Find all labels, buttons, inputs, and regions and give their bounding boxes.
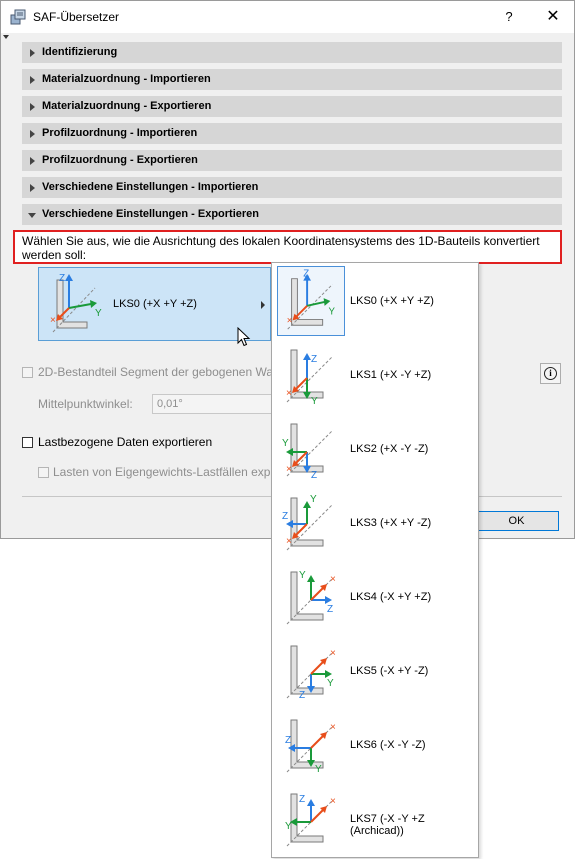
- lcs-option-label: LKS0 (+X +Y +Z): [350, 295, 434, 307]
- lcs-option-2[interactable]: Z Y × LKS2 (+X -Y -Z): [273, 412, 478, 486]
- axis-z-label: Z: [303, 269, 309, 280]
- axis-y-label: Y: [310, 494, 317, 505]
- section-misc-export[interactable]: Verschiedene Einstellungen - Exportieren: [22, 204, 562, 225]
- axis-y-label: Y: [315, 764, 322, 775]
- lcs-option-5[interactable]: Z Y × LKS5 (-X +Y -Z): [273, 634, 478, 708]
- lcs-option-0[interactable]: Z Y × LKS0 (+X +Y +Z): [273, 264, 478, 338]
- section-label: Identifizierung: [42, 46, 118, 58]
- svg-text:×: ×: [286, 388, 292, 399]
- info-button[interactable]: i: [540, 363, 561, 384]
- lcs-option-4[interactable]: Y Z × LKS4 (-X +Y +Z): [273, 560, 478, 634]
- axis-z-label: Z: [311, 354, 317, 365]
- axis-y-label: Y: [282, 438, 289, 449]
- axis-z-label: Z: [311, 470, 317, 481]
- window-title: SAF-Übersetzer: [33, 10, 120, 24]
- expand-arrow-icon: [30, 157, 35, 165]
- self-weight-checkbox[interactable]: [38, 467, 49, 478]
- self-weight-label: Lasten von Eigengewichts-Lastfällen expo…: [53, 465, 282, 479]
- lcs3-option-icon: Z Y ×: [282, 494, 334, 551]
- expand-arrow-icon: [30, 184, 35, 192]
- section-label: Verschiedene Einstellungen - Exportieren: [42, 208, 260, 220]
- axis-z-label: Z: [327, 604, 333, 615]
- lcs-option-6[interactable]: Z Y × LKS6 (-X -Y -Z): [273, 708, 478, 782]
- section-label: Materialzuordnung - Importieren: [42, 73, 211, 85]
- lcs4-option-icon: Y Z ×: [286, 570, 336, 625]
- submenu-arrow-icon: [261, 301, 265, 309]
- axis-z-label: Z: [299, 794, 305, 805]
- section-label: Profilzuordnung - Importieren: [42, 127, 198, 139]
- section-profile-export[interactable]: Profilzuordnung - Exportieren: [22, 150, 562, 171]
- section-profile-import[interactable]: Profilzuordnung - Importieren: [22, 123, 562, 144]
- axis-y-label: Y: [311, 396, 318, 407]
- lcs1-option-icon: Z Y ×: [286, 349, 334, 407]
- svg-text:×: ×: [286, 536, 292, 547]
- lcs-option-1[interactable]: Z Y × LKS1 (+X -Y +Z): [273, 338, 478, 412]
- axis-z-label: Z: [59, 273, 65, 284]
- load-data-checkbox[interactable]: [22, 437, 33, 448]
- lcs-option-label: LKS5 (-X +Y -Z): [350, 665, 429, 677]
- lcs-option-7[interactable]: Z Y × LKS7 (-X -Y +Z (Archicad)): [273, 782, 478, 856]
- info-icon: i: [544, 367, 557, 380]
- expand-arrow-icon: [30, 130, 35, 138]
- svg-text:×: ×: [330, 722, 336, 733]
- axis-z-label: Z: [282, 511, 288, 522]
- title-bar: SAF-Übersetzer ? ✕: [1, 1, 574, 33]
- svg-text:×: ×: [287, 315, 293, 326]
- svg-text:×: ×: [330, 648, 336, 659]
- expand-arrow-icon: [30, 49, 35, 57]
- lcs0-preview-icon: Z Y ×: [50, 273, 102, 333]
- axis-y-label: Y: [299, 570, 306, 581]
- lcs-option-3[interactable]: Z Y × LKS3 (+X +Y -Z): [273, 486, 478, 560]
- collapse-arrow-icon: [3, 35, 9, 39]
- section-material-export[interactable]: Materialzuordnung - Exportieren: [22, 96, 562, 117]
- lcs-selected-label: LKS0 (+X +Y +Z): [113, 298, 197, 310]
- app-icon: [10, 9, 26, 25]
- section-label: Materialzuordnung - Exportieren: [42, 100, 212, 112]
- section-material-import[interactable]: Materialzuordnung - Importieren: [22, 69, 562, 90]
- axis-y-label: Y: [95, 308, 102, 319]
- expand-arrow-icon: [30, 103, 35, 111]
- lcs5-option-icon: Z Y ×: [286, 645, 336, 701]
- axis-z-label: Z: [299, 690, 305, 701]
- axis-z-label: Z: [285, 735, 291, 746]
- close-button[interactable]: ✕: [542, 7, 564, 27]
- lcs-dropdown-menu: Z Y × LKS0 (+X +Y +Z) Z Y × LKS1 (+X -Y …: [271, 262, 479, 858]
- lcs0-option-icon: Z Y ×: [277, 266, 345, 336]
- lcs2-option-icon: Z Y ×: [282, 423, 334, 481]
- segment-option-label: 2D-Bestandteil Segment der gebogenen Wan: [38, 365, 280, 379]
- section-label: Profilzuordnung - Exportieren: [42, 154, 198, 166]
- lcs-option-label: LKS1 (+X -Y +Z): [350, 369, 432, 381]
- mouse-pointer-icon: [237, 327, 251, 347]
- collapse-arrow-icon: [28, 213, 36, 218]
- lcs-option-label: LKS3 (+X +Y -Z): [350, 517, 432, 529]
- section-label: Verschiedene Einstellungen - Importieren: [42, 181, 259, 193]
- svg-text:×: ×: [50, 315, 56, 326]
- expand-arrow-icon: [30, 76, 35, 84]
- midpoint-angle-input[interactable]: 0,01°: [152, 394, 272, 414]
- help-button[interactable]: ?: [499, 7, 519, 27]
- lcs-hint-text: Wählen Sie aus, wie die Ausrichtung des …: [13, 230, 562, 264]
- load-data-label: Lastbezogene Daten exportieren: [38, 435, 213, 449]
- lcs-option-label: LKS7 (-X -Y +Z (Archicad)): [350, 813, 425, 837]
- axis-y-label: Y: [327, 678, 334, 689]
- svg-text:×: ×: [330, 574, 336, 585]
- lcs7-option-icon: Z Y ×: [285, 793, 336, 847]
- lcs6-option-icon: Z Y ×: [285, 719, 336, 775]
- svg-text:×: ×: [286, 464, 292, 475]
- segment-checkbox[interactable]: [22, 367, 33, 378]
- lcs-option-label: LKS2 (+X -Y -Z): [350, 443, 429, 455]
- lcs-option-label: LKS4 (-X +Y +Z): [350, 591, 432, 603]
- section-identification[interactable]: Identifizierung: [22, 42, 562, 63]
- axis-y-label: Y: [285, 821, 292, 832]
- axis-y-label: Y: [328, 307, 335, 318]
- lcs-option-label: LKS6 (-X -Y -Z): [350, 739, 426, 751]
- section-misc-import[interactable]: Verschiedene Einstellungen - Importieren: [22, 177, 562, 198]
- midpoint-angle-label: Mittelpunktwinkel:: [38, 397, 133, 411]
- ok-button[interactable]: OK: [474, 511, 559, 531]
- svg-text:×: ×: [330, 796, 336, 807]
